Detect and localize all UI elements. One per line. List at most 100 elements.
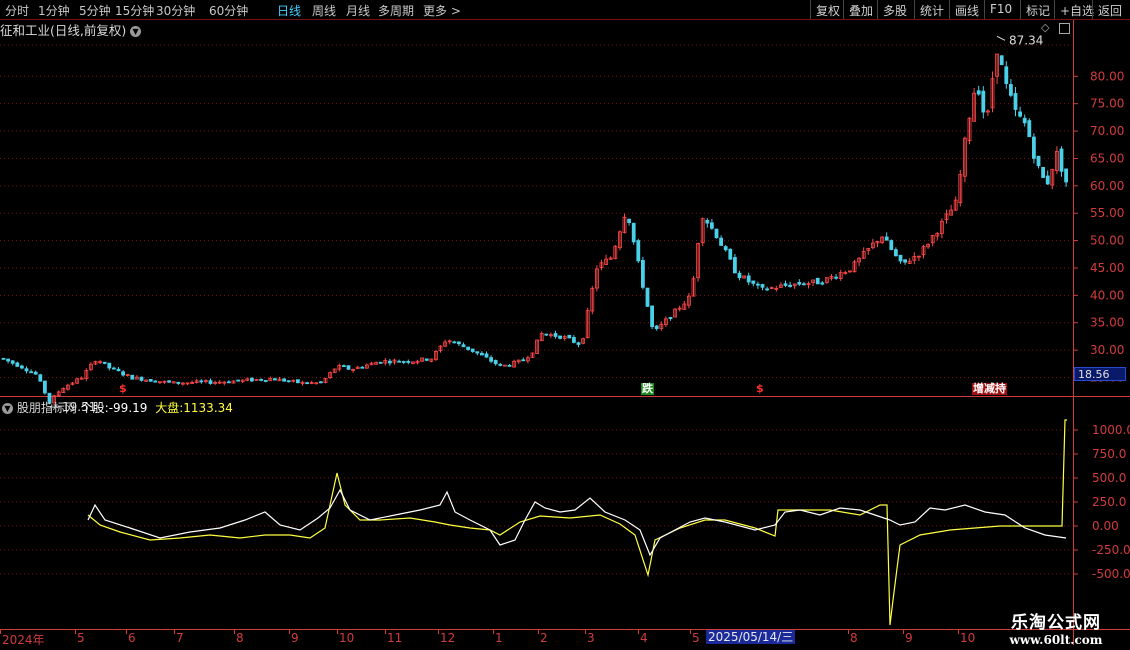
candle-body	[1064, 168, 1068, 183]
candle-body	[894, 249, 898, 257]
market-value: 1133.34	[183, 401, 233, 415]
candle-body	[341, 365, 346, 368]
candle-body	[199, 380, 204, 383]
candle-body	[346, 365, 351, 370]
candle-body	[1018, 111, 1022, 117]
candle-body	[728, 248, 733, 260]
date-tick	[638, 630, 639, 634]
date-label: 5	[77, 631, 85, 645]
chevron-down-icon[interactable]: ▼	[2, 403, 13, 414]
candle-body	[475, 351, 480, 354]
date-label: 2024年	[2, 633, 45, 647]
candle-body	[318, 381, 323, 384]
candle-body	[521, 359, 526, 362]
candle-body	[1022, 117, 1027, 124]
date-tick	[438, 630, 439, 634]
candle-body	[10, 360, 15, 364]
candle-body	[1009, 84, 1013, 96]
candle-body	[627, 218, 631, 223]
indicator-name: 股朋指标网	[16, 401, 77, 415]
candle-body	[167, 380, 172, 383]
candle-body	[282, 378, 287, 382]
candle-body	[636, 240, 641, 262]
high-label: 87.34	[1009, 33, 1043, 47]
watermark-title: 乐淘公式网	[1011, 613, 1101, 633]
candle-body	[765, 288, 769, 291]
date-tick	[337, 630, 338, 634]
date-label: 2	[540, 631, 548, 645]
candle-body	[466, 346, 471, 350]
watermark: 乐淘公式网 www.60lt.com	[984, 608, 1128, 647]
candle-body	[751, 280, 756, 284]
candle-body	[387, 360, 392, 364]
candle-body	[24, 368, 29, 372]
candle-body	[641, 260, 645, 288]
price-tick-label: 65.00	[1090, 151, 1124, 165]
market-indicator-line	[87, 419, 1067, 626]
candle-body	[456, 341, 461, 345]
candle-body	[295, 379, 300, 384]
date-label: 8	[236, 631, 244, 645]
stock-label: 个股:	[80, 401, 109, 415]
candle-body	[668, 316, 673, 319]
date-label: 11	[387, 631, 403, 645]
date-label: 12	[440, 631, 456, 645]
candle-body	[802, 283, 806, 286]
candle-body	[484, 353, 489, 358]
candle-body	[1013, 93, 1018, 110]
candle-body	[1041, 167, 1045, 178]
signal-marker-0: $	[119, 382, 127, 395]
candle-body	[470, 348, 475, 352]
chart-canvas[interactable]: 80.0075.0070.0065.0060.0055.0050.0045.00…	[0, 0, 1130, 650]
candle-body	[567, 334, 572, 339]
date-tick	[289, 630, 290, 634]
date-label: 1	[495, 631, 503, 645]
candle-body	[33, 371, 38, 375]
candle-body	[737, 272, 742, 279]
candle-body	[723, 246, 728, 251]
price-tick-label: 30.00	[1090, 343, 1124, 357]
candle-body	[139, 376, 144, 381]
candle-body	[378, 361, 383, 364]
date-tick	[493, 630, 494, 634]
candle-body	[507, 365, 512, 367]
candle-body	[654, 325, 659, 330]
candle-body	[43, 380, 47, 394]
date-tick	[385, 630, 386, 634]
candle-body	[6, 358, 10, 362]
candle-body	[102, 361, 107, 364]
date-tick	[0, 630, 1, 634]
price-tick-label: 80.00	[1090, 69, 1124, 83]
stock-indicator-line	[87, 488, 1067, 557]
candle-body	[631, 222, 636, 243]
date-tick	[848, 630, 849, 634]
candle-body	[783, 283, 788, 286]
candle-body	[1036, 155, 1041, 167]
indicator-tick-label: 250.0	[1092, 495, 1126, 509]
candle-body	[176, 381, 181, 384]
candle-body	[572, 337, 576, 343]
date-tick	[234, 630, 235, 634]
candle-body	[1032, 136, 1036, 159]
price-tick-label: 75.00	[1090, 97, 1124, 111]
indicator-tick-label: -500.0	[1092, 567, 1130, 581]
candle-body	[401, 361, 406, 363]
high-pointer	[996, 35, 1006, 41]
candle-body	[406, 360, 411, 363]
candle-body	[452, 341, 457, 344]
candle-body	[797, 282, 802, 285]
date-tick	[75, 630, 76, 634]
candle-body	[719, 237, 723, 246]
candle-body	[286, 380, 291, 383]
candle-body	[424, 358, 429, 361]
candle-body	[15, 362, 20, 367]
date-axis: 2024年 5 6 7 8 9 10 11 12 1 2 3 4 5 8 9 10 2025/05/14/三	[0, 630, 1074, 647]
candle-body	[38, 374, 43, 382]
candle-body	[493, 360, 498, 365]
price-tick-label: 35.00	[1090, 316, 1124, 330]
candle-body	[272, 378, 277, 381]
candle-body	[249, 377, 254, 382]
candle-body	[903, 259, 907, 263]
stock-value: -99.19	[108, 401, 148, 415]
candle-body	[29, 371, 34, 374]
